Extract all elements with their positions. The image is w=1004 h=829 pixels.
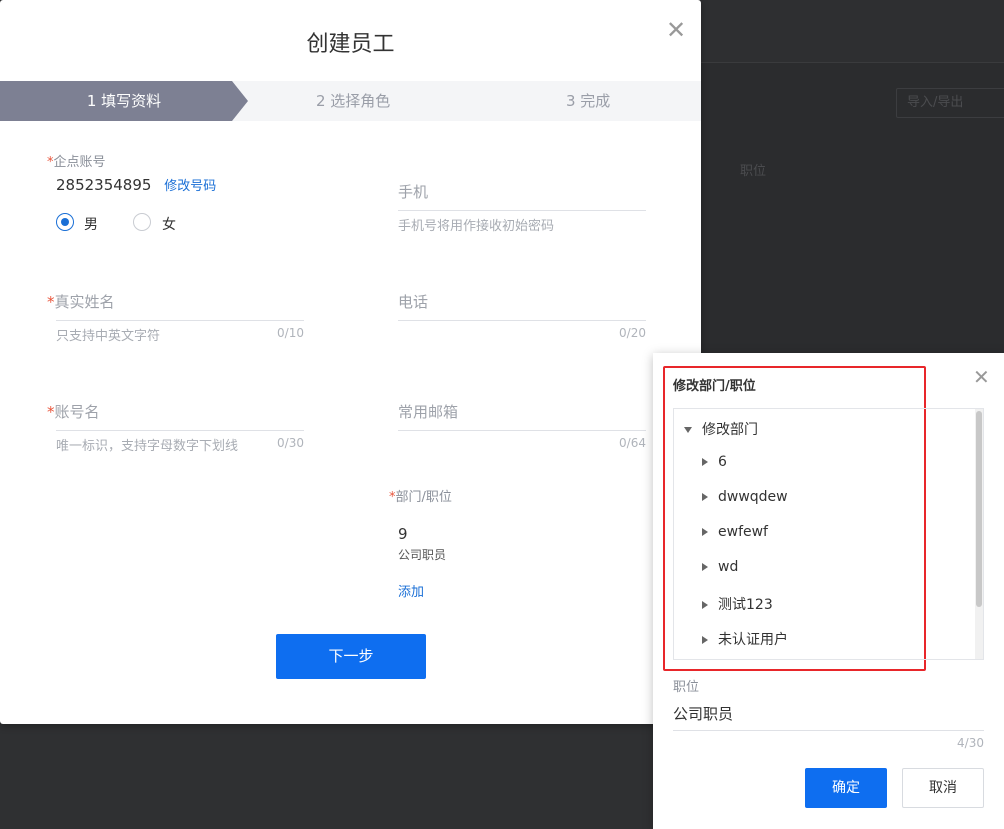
panel-position-value: 公司职员 bbox=[673, 705, 734, 723]
gender-female-label: 女 bbox=[162, 217, 176, 233]
real-name-label: *真实姓名 bbox=[47, 293, 115, 311]
caret-right-icon bbox=[702, 528, 708, 536]
tree-scroll-thumb[interactable] bbox=[976, 411, 982, 607]
tree-item[interactable]: dwwqdew bbox=[702, 489, 788, 505]
tree-scrollbar[interactable] bbox=[975, 409, 983, 659]
dept-tree: 修改部门 6 dwwqdew ewfewf wd 测试123 未认证用户 bbox=[673, 408, 984, 660]
modify-number-link[interactable]: 修改号码 bbox=[164, 179, 216, 194]
modify-dept-position-panel: 修改部门/职位 ✕ 修改部门 6 dwwqdew ewfewf wd 测试123… bbox=[653, 353, 1004, 829]
cancel-button[interactable]: 取消 bbox=[902, 768, 984, 808]
tree-item[interactable]: 6 bbox=[702, 454, 727, 470]
account-name-placeholder: 唯一标识，支持字母数字下划线 bbox=[56, 439, 239, 454]
modal-close-icon[interactable]: ✕ bbox=[666, 18, 686, 42]
mobile-input[interactable] bbox=[398, 210, 646, 211]
tree-root[interactable]: 修改部门 bbox=[684, 419, 758, 439]
step-2: 2 选择角色 bbox=[316, 92, 391, 110]
tree-item[interactable]: wd bbox=[702, 559, 738, 575]
account-name-label: *账号名 bbox=[47, 403, 100, 421]
import-export-label: 导入/导出 bbox=[907, 95, 964, 110]
tree-item[interactable]: ewfewf bbox=[702, 524, 768, 540]
modal-title: 创建员工 bbox=[306, 32, 395, 57]
real-name-placeholder: 只支持中英文字符 bbox=[56, 329, 161, 344]
caret-right-icon bbox=[702, 493, 708, 501]
required-mark: * bbox=[47, 293, 55, 311]
step-bar: 1 填写资料 2 选择角色 3 完成 bbox=[0, 81, 701, 121]
panel-position-label: 职位 bbox=[673, 680, 700, 695]
dept-value: 9 bbox=[398, 525, 408, 543]
next-step-button[interactable]: 下一步 bbox=[276, 634, 426, 679]
caret-down-icon bbox=[684, 427, 692, 433]
account-value: 2852354895 修改号码 bbox=[56, 176, 217, 194]
account-label: *企点账号 bbox=[47, 155, 106, 170]
step-3: 3 完成 bbox=[566, 92, 611, 110]
real-name-input[interactable] bbox=[56, 320, 304, 321]
caret-right-icon bbox=[702, 636, 708, 644]
confirm-button[interactable]: 确定 bbox=[805, 768, 887, 808]
create-employee-modal: 创建员工 ✕ 1 填写资料 2 选择角色 3 完成 *企点账号 28523548… bbox=[0, 0, 701, 724]
panel-close-icon[interactable]: ✕ bbox=[973, 367, 990, 387]
background-column-header: 职位 bbox=[740, 164, 767, 179]
mobile-label: 手机 bbox=[398, 183, 429, 201]
caret-right-icon bbox=[702, 563, 708, 571]
step-1: 1 填写资料 bbox=[0, 81, 248, 121]
account-name-input[interactable] bbox=[56, 430, 304, 431]
phone-count: 0/20 bbox=[619, 326, 646, 340]
caret-right-icon bbox=[702, 601, 708, 609]
email-count: 0/64 bbox=[619, 436, 646, 450]
panel-position-input[interactable] bbox=[673, 730, 984, 731]
tree-item[interactable]: 测试123 bbox=[702, 594, 773, 614]
panel-position-count: 4/30 bbox=[957, 736, 984, 750]
position-value: 公司职员 bbox=[398, 548, 447, 562]
phone-label: 电话 bbox=[398, 293, 429, 311]
email-input[interactable] bbox=[398, 430, 646, 431]
gender-male-radio[interactable] bbox=[56, 213, 74, 231]
tree-item[interactable]: 未认证用户 bbox=[702, 629, 788, 649]
add-dept-link[interactable]: 添加 bbox=[398, 581, 424, 600]
required-mark: * bbox=[47, 403, 55, 421]
gender-male-label: 男 bbox=[84, 217, 98, 233]
dept-position-label: *部门/职位 bbox=[389, 490, 452, 505]
email-label: 常用邮箱 bbox=[398, 403, 459, 421]
gender-female-radio[interactable] bbox=[133, 213, 151, 231]
real-name-count: 0/10 bbox=[277, 326, 304, 340]
panel-title: 修改部门/职位 bbox=[673, 379, 756, 394]
phone-input[interactable] bbox=[398, 320, 646, 321]
background-header bbox=[700, 0, 1004, 63]
account-name-count: 0/30 bbox=[277, 436, 304, 450]
mobile-hint: 手机号将用作接收初始密码 bbox=[398, 219, 555, 234]
import-export-button: 导入/导出 bbox=[896, 88, 1004, 118]
caret-right-icon bbox=[702, 458, 708, 466]
